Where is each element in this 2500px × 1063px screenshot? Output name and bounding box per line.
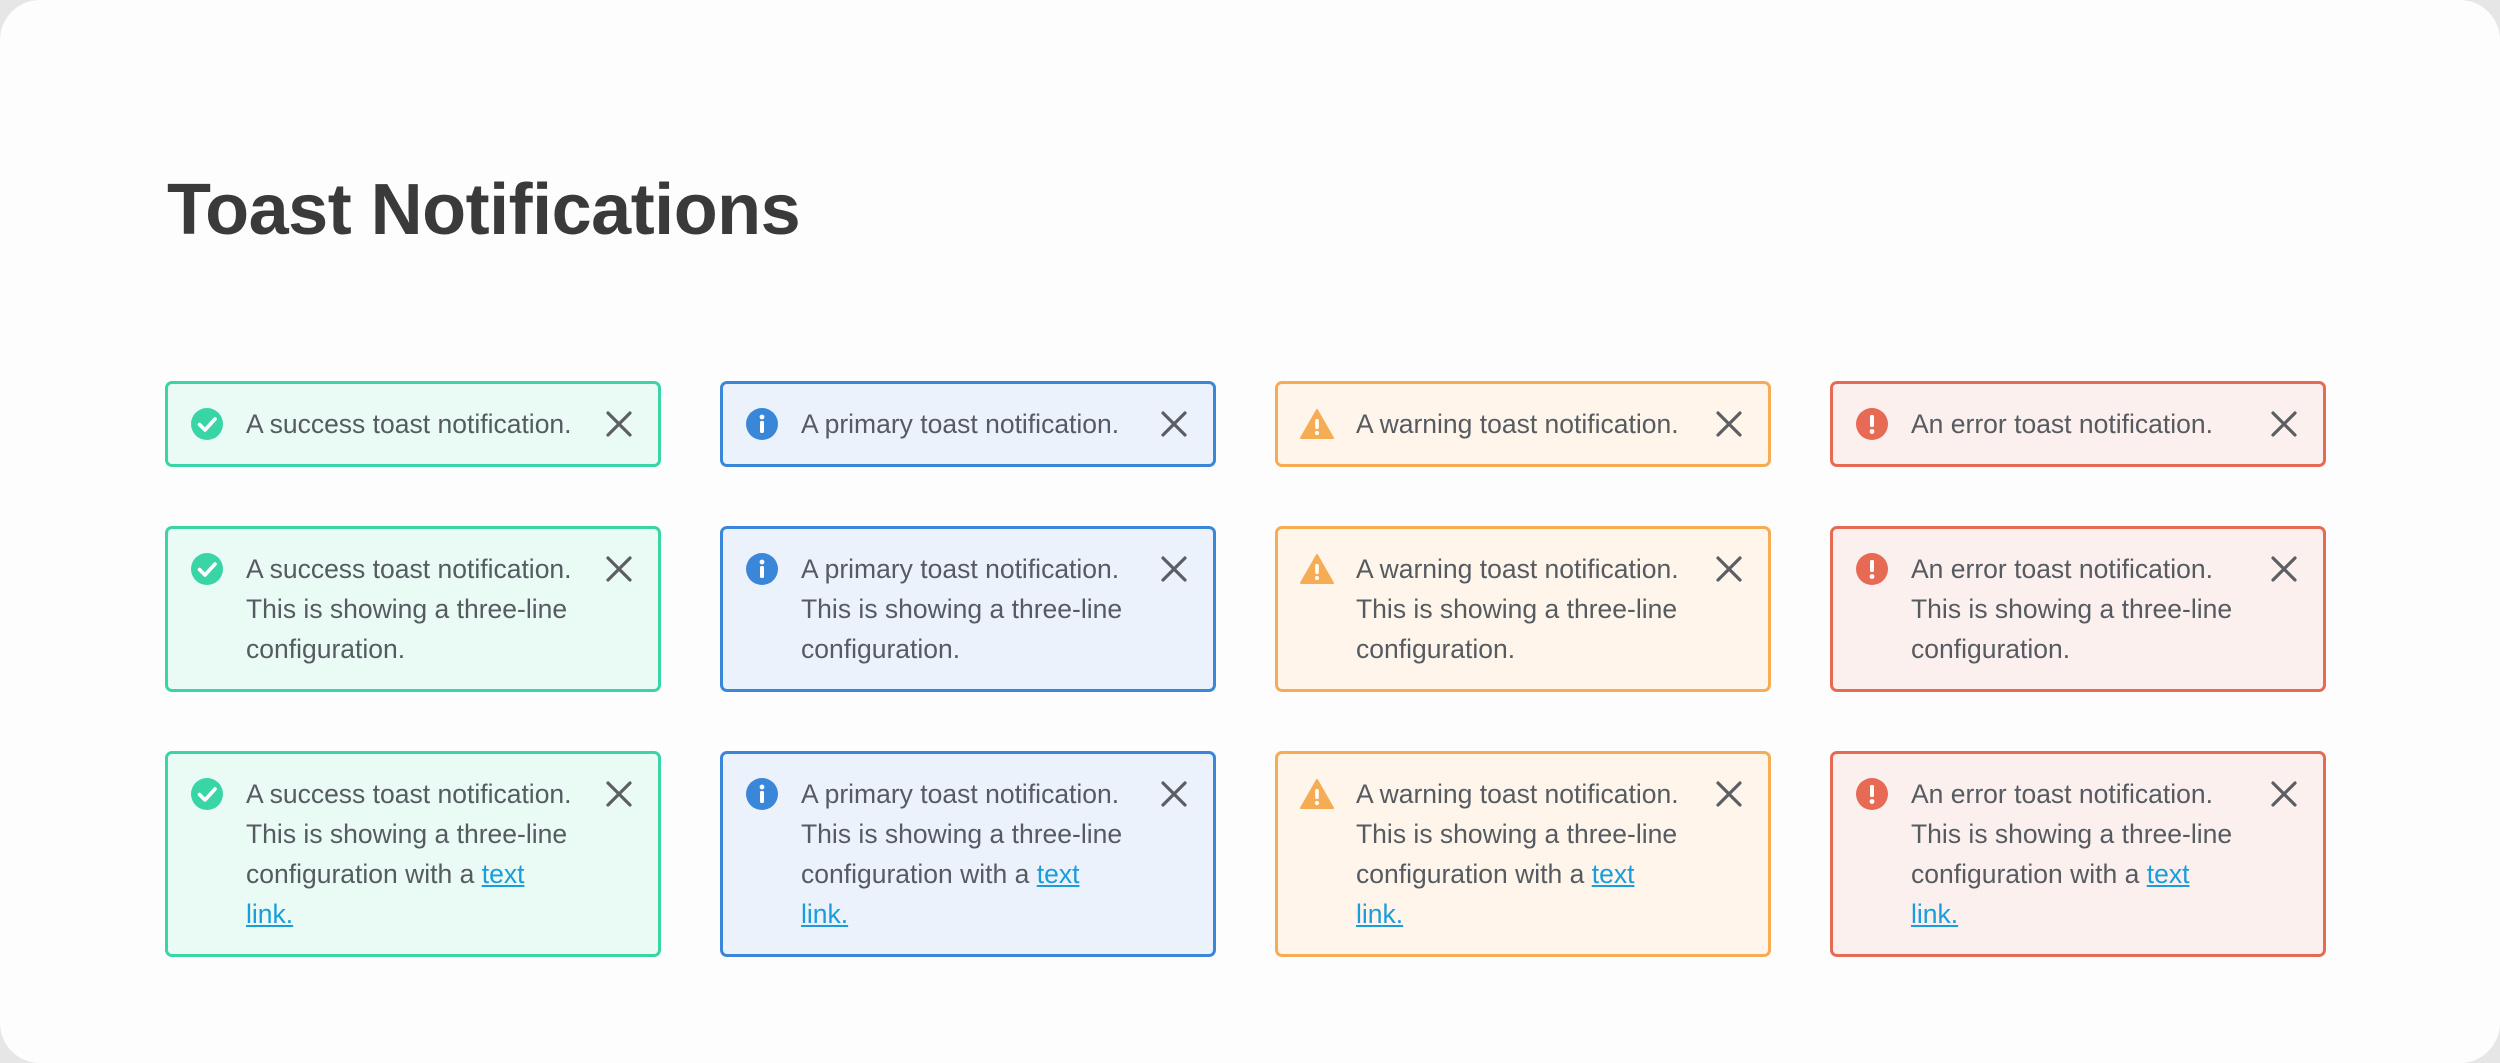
check-circle-icon (190, 552, 224, 586)
toast-message: A success toast notification. (246, 409, 572, 439)
toast-message: An error toast notification. This is sho… (1911, 774, 2243, 934)
warning-triangle-icon (1300, 407, 1334, 441)
close-icon[interactable] (1714, 554, 1744, 584)
warning-triangle-icon (1300, 552, 1334, 586)
toast-grid: A success toast notification. A primary … (165, 381, 2327, 957)
close-icon[interactable] (604, 779, 634, 809)
toast-success: A success toast notification. (165, 381, 661, 467)
toast-message: A warning toast notification. This is sh… (1356, 774, 1688, 934)
close-icon[interactable] (604, 409, 634, 439)
toast-message: An error toast notification. This is sho… (1911, 554, 2233, 664)
toast-row-with-link: A success toast notification. This is sh… (165, 751, 2327, 957)
close-icon[interactable] (604, 554, 634, 584)
close-icon[interactable] (2269, 779, 2299, 809)
toast-message: A warning toast notification. This is sh… (1356, 554, 1679, 664)
toast-warning: A warning toast notification. This is sh… (1275, 751, 1771, 957)
toast-error: An error toast notification. This is sho… (1830, 751, 2326, 957)
close-icon[interactable] (1714, 409, 1744, 439)
info-circle-icon (745, 552, 779, 586)
close-icon[interactable] (1714, 779, 1744, 809)
toast-message: A warning toast notification. (1356, 409, 1679, 439)
check-circle-icon (190, 777, 224, 811)
exclamation-circle-icon (1855, 407, 1889, 441)
toast-warning: A warning toast notification. (1275, 381, 1771, 467)
toast-message: A success toast notification. This is sh… (246, 774, 578, 934)
close-icon[interactable] (1159, 554, 1189, 584)
toast-message: A primary toast notification. This is sh… (801, 774, 1133, 934)
toast-error: An error toast notification. (1830, 381, 2326, 467)
close-icon[interactable] (1159, 409, 1189, 439)
check-circle-icon (190, 407, 224, 441)
warning-triangle-icon (1300, 777, 1334, 811)
toast-success: A success toast notification. This is sh… (165, 526, 661, 692)
toast-warning: A warning toast notification. This is sh… (1275, 526, 1771, 692)
exclamation-circle-icon (1855, 552, 1889, 586)
toast-primary: A primary toast notification. This is sh… (720, 751, 1216, 957)
close-icon[interactable] (2269, 554, 2299, 584)
toast-message: A primary toast notification. (801, 409, 1120, 439)
toast-success: A success toast notification. This is sh… (165, 751, 661, 957)
toast-row-single-line: A success toast notification. A primary … (165, 381, 2327, 467)
info-circle-icon (745, 407, 779, 441)
toast-primary: A primary toast notification. This is sh… (720, 526, 1216, 692)
toast-error: An error toast notification. This is sho… (1830, 526, 2326, 692)
page-title: Toast Notifications (167, 170, 801, 250)
toast-primary: A primary toast notification. (720, 381, 1216, 467)
toast-message: A success toast notification. This is sh… (246, 554, 572, 664)
close-icon[interactable] (1159, 779, 1189, 809)
info-circle-icon (745, 777, 779, 811)
toast-message: A primary toast notification. This is sh… (801, 554, 1123, 664)
close-icon[interactable] (2269, 409, 2299, 439)
exclamation-circle-icon (1855, 777, 1889, 811)
content-card: Toast Notifications A success toast noti… (0, 0, 2500, 1063)
toast-row-three-line: A success toast notification. This is sh… (165, 526, 2327, 692)
toast-message: An error toast notification. (1911, 409, 2213, 439)
